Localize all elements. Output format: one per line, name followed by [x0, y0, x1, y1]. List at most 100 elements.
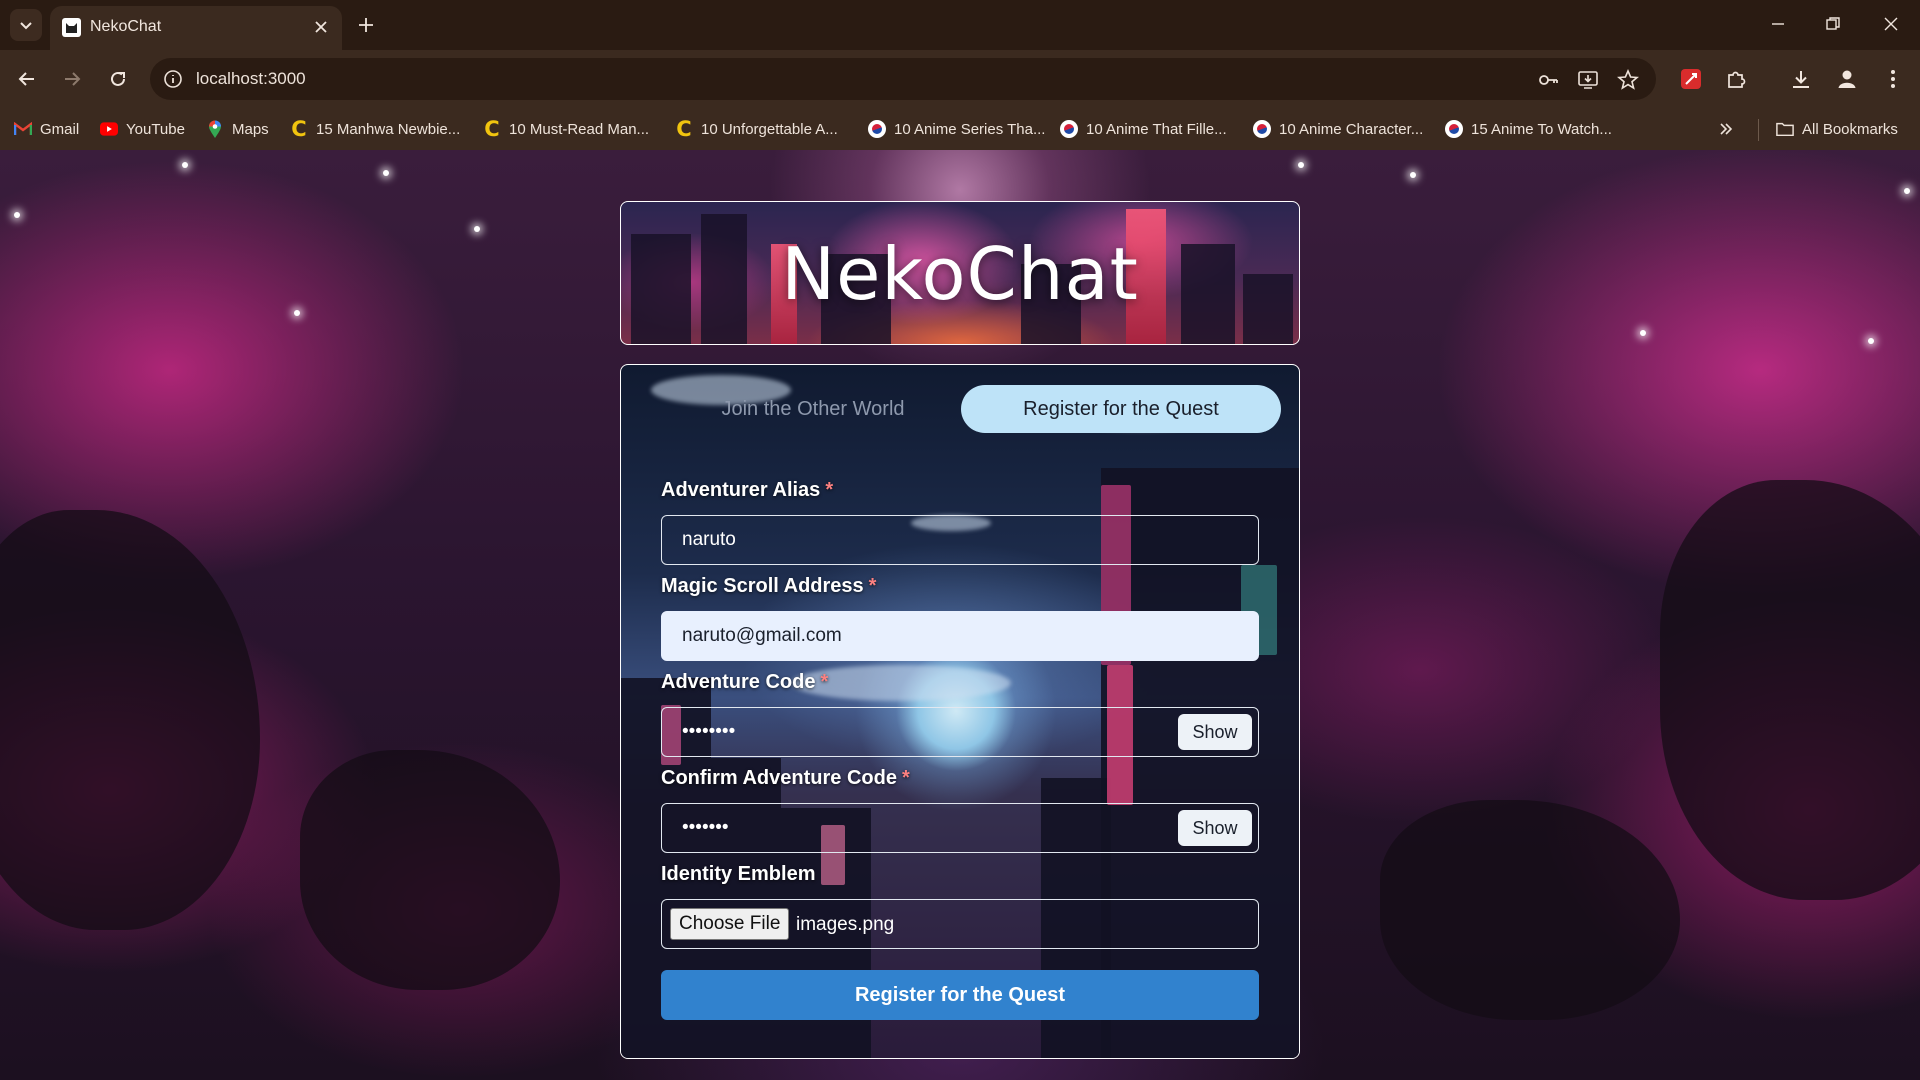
password-label: Adventure Code * [661, 671, 829, 693]
password-key-icon[interactable] [1536, 68, 1560, 92]
gmail-icon [14, 120, 32, 138]
more-bookmarks-chevron-icon[interactable] [1718, 116, 1734, 142]
restore-icon[interactable] [1817, 10, 1849, 38]
register-form-card: Join the Other World Register for the Qu… [620, 364, 1300, 1059]
alias-value: naruto [682, 529, 736, 550]
sparkle [474, 226, 480, 232]
tab-join-other-world[interactable]: Join the Other World [653, 385, 973, 433]
reload-icon[interactable] [103, 64, 133, 94]
extensions-puzzle-icon[interactable] [1723, 66, 1749, 92]
sparkle [383, 170, 389, 176]
bookmark-item[interactable]: 15 Anime To Watch... [1445, 116, 1612, 142]
show-password-button[interactable]: Show [1178, 714, 1252, 750]
bookmark-label: 10 Unforgettable A... [701, 120, 838, 138]
confirm-password-label: Confirm Adventure Code * [661, 767, 910, 789]
c-letter-icon: C [484, 117, 500, 141]
all-bookmarks-label: All Bookmarks [1802, 120, 1898, 138]
bookmark-label: 10 Anime Series Tha... [894, 120, 1046, 138]
emblem-file-input[interactable]: Choose File images.png [661, 899, 1259, 949]
sparkle [1410, 172, 1416, 178]
korean-flag-icon [868, 120, 886, 138]
downloads-icon[interactable] [1788, 66, 1814, 92]
bookmark-label: 10 Anime That Fille... [1086, 120, 1227, 138]
bookmark-item[interactable]: C 15 Manhwa Newbie... [290, 116, 460, 142]
folder-icon [1776, 120, 1794, 138]
back-arrow-icon[interactable] [12, 64, 42, 94]
profile-avatar-icon[interactable] [1834, 66, 1860, 92]
bookmark-label: 10 Anime Character... [1279, 120, 1424, 138]
site-info-icon[interactable] [162, 68, 184, 90]
bookmark-gmail[interactable]: Gmail [14, 116, 79, 142]
bookmark-label: Gmail [40, 120, 80, 138]
bookmark-star-icon[interactable] [1616, 68, 1640, 92]
email-input[interactable]: naruto@gmail.com [661, 611, 1259, 661]
browser-toolbar: localhost:3000 [0, 50, 1920, 108]
bookmark-label: YouTube [126, 120, 185, 138]
forward-arrow-icon[interactable] [57, 64, 87, 94]
bookmark-label: Maps [232, 120, 269, 138]
kebab-menu-icon[interactable] [1880, 66, 1906, 92]
register-submit-button[interactable]: Register for the Quest [661, 970, 1259, 1020]
required-mark: * [825, 479, 834, 501]
bookmark-item[interactable]: 10 Anime That Fille... [1060, 116, 1227, 142]
install-app-icon[interactable] [1576, 68, 1600, 92]
bookmark-youtube[interactable]: YouTube [100, 116, 185, 142]
new-tab-plus-icon[interactable] [352, 11, 380, 39]
nekochat-favicon-icon [62, 18, 81, 37]
page-background: NekoChat Join the Other World Register f… [0, 150, 1920, 1080]
rock-shadow-right [1380, 800, 1680, 1020]
app-header-banner: NekoChat [620, 201, 1300, 345]
all-bookmarks-folder[interactable]: All Bookmarks [1776, 116, 1898, 142]
show-confirm-password-button[interactable]: Show [1178, 810, 1252, 846]
sparkle [1904, 188, 1910, 194]
bookmark-item[interactable]: C 10 Must-Read Man... [483, 116, 649, 142]
youtube-icon [100, 120, 118, 138]
url-text: localhost:3000 [196, 69, 306, 88]
browser-tab-strip: NekoChat [0, 0, 1920, 50]
tab-register-quest[interactable]: Register for the Quest [961, 385, 1281, 433]
bookmark-label: 10 Must-Read Man... [509, 120, 650, 138]
sparkle [1868, 338, 1874, 344]
bookmarks-divider [1758, 119, 1759, 141]
confirm-password-input[interactable]: ••••••• Show [661, 803, 1259, 853]
close-window-icon[interactable] [1875, 10, 1907, 38]
bookmark-maps[interactable]: Maps [206, 116, 269, 142]
tab-title: NekoChat [90, 18, 162, 35]
app-title: NekoChat [781, 232, 1139, 316]
sparkle [182, 162, 188, 168]
extension-red-icon[interactable] [1678, 66, 1704, 92]
rock-shadow-left [300, 750, 560, 990]
bookmark-item[interactable]: C 10 Unforgettable A... [675, 116, 838, 142]
chevron-down-icon [20, 22, 32, 30]
tab-search-button[interactable] [10, 9, 42, 41]
emblem-label: Identity Emblem [661, 863, 816, 885]
tree-shadow-right [1660, 480, 1920, 900]
korean-flag-icon [1060, 120, 1078, 138]
c-letter-icon: C [676, 117, 692, 141]
bookmarks-bar: Gmail YouTube Maps C 15 Manhwa Newbie...… [0, 108, 1920, 150]
confirm-password-value: ••••••• [682, 817, 729, 838]
browser-tab[interactable]: NekoChat [50, 6, 342, 50]
bookmark-label: 15 Manhwa Newbie... [316, 120, 461, 138]
sparkle [294, 310, 300, 316]
sparkle [1640, 330, 1646, 336]
required-mark: * [820, 671, 829, 693]
bookmark-item[interactable]: 10 Anime Series Tha... [868, 116, 1045, 142]
sparkle [14, 212, 20, 218]
password-value: •••••••• [682, 721, 736, 742]
tab-close-icon[interactable] [310, 16, 332, 38]
password-input[interactable]: •••••••• Show [661, 707, 1259, 757]
bookmark-item[interactable]: 10 Anime Character... [1253, 116, 1423, 142]
required-mark: * [868, 575, 877, 597]
korean-flag-icon [1253, 120, 1271, 138]
choose-file-button[interactable]: Choose File [670, 908, 790, 940]
required-mark: * [901, 767, 910, 789]
alias-input[interactable]: naruto [661, 515, 1259, 565]
c-letter-icon: C [291, 117, 307, 141]
minimize-icon[interactable] [1762, 10, 1794, 38]
sparkle [1298, 162, 1304, 168]
address-bar[interactable]: localhost:3000 [150, 58, 1656, 100]
selected-file-name: images.png [796, 914, 895, 935]
bookmark-label: 15 Anime To Watch... [1471, 120, 1612, 138]
email-value: naruto@gmail.com [682, 625, 842, 646]
